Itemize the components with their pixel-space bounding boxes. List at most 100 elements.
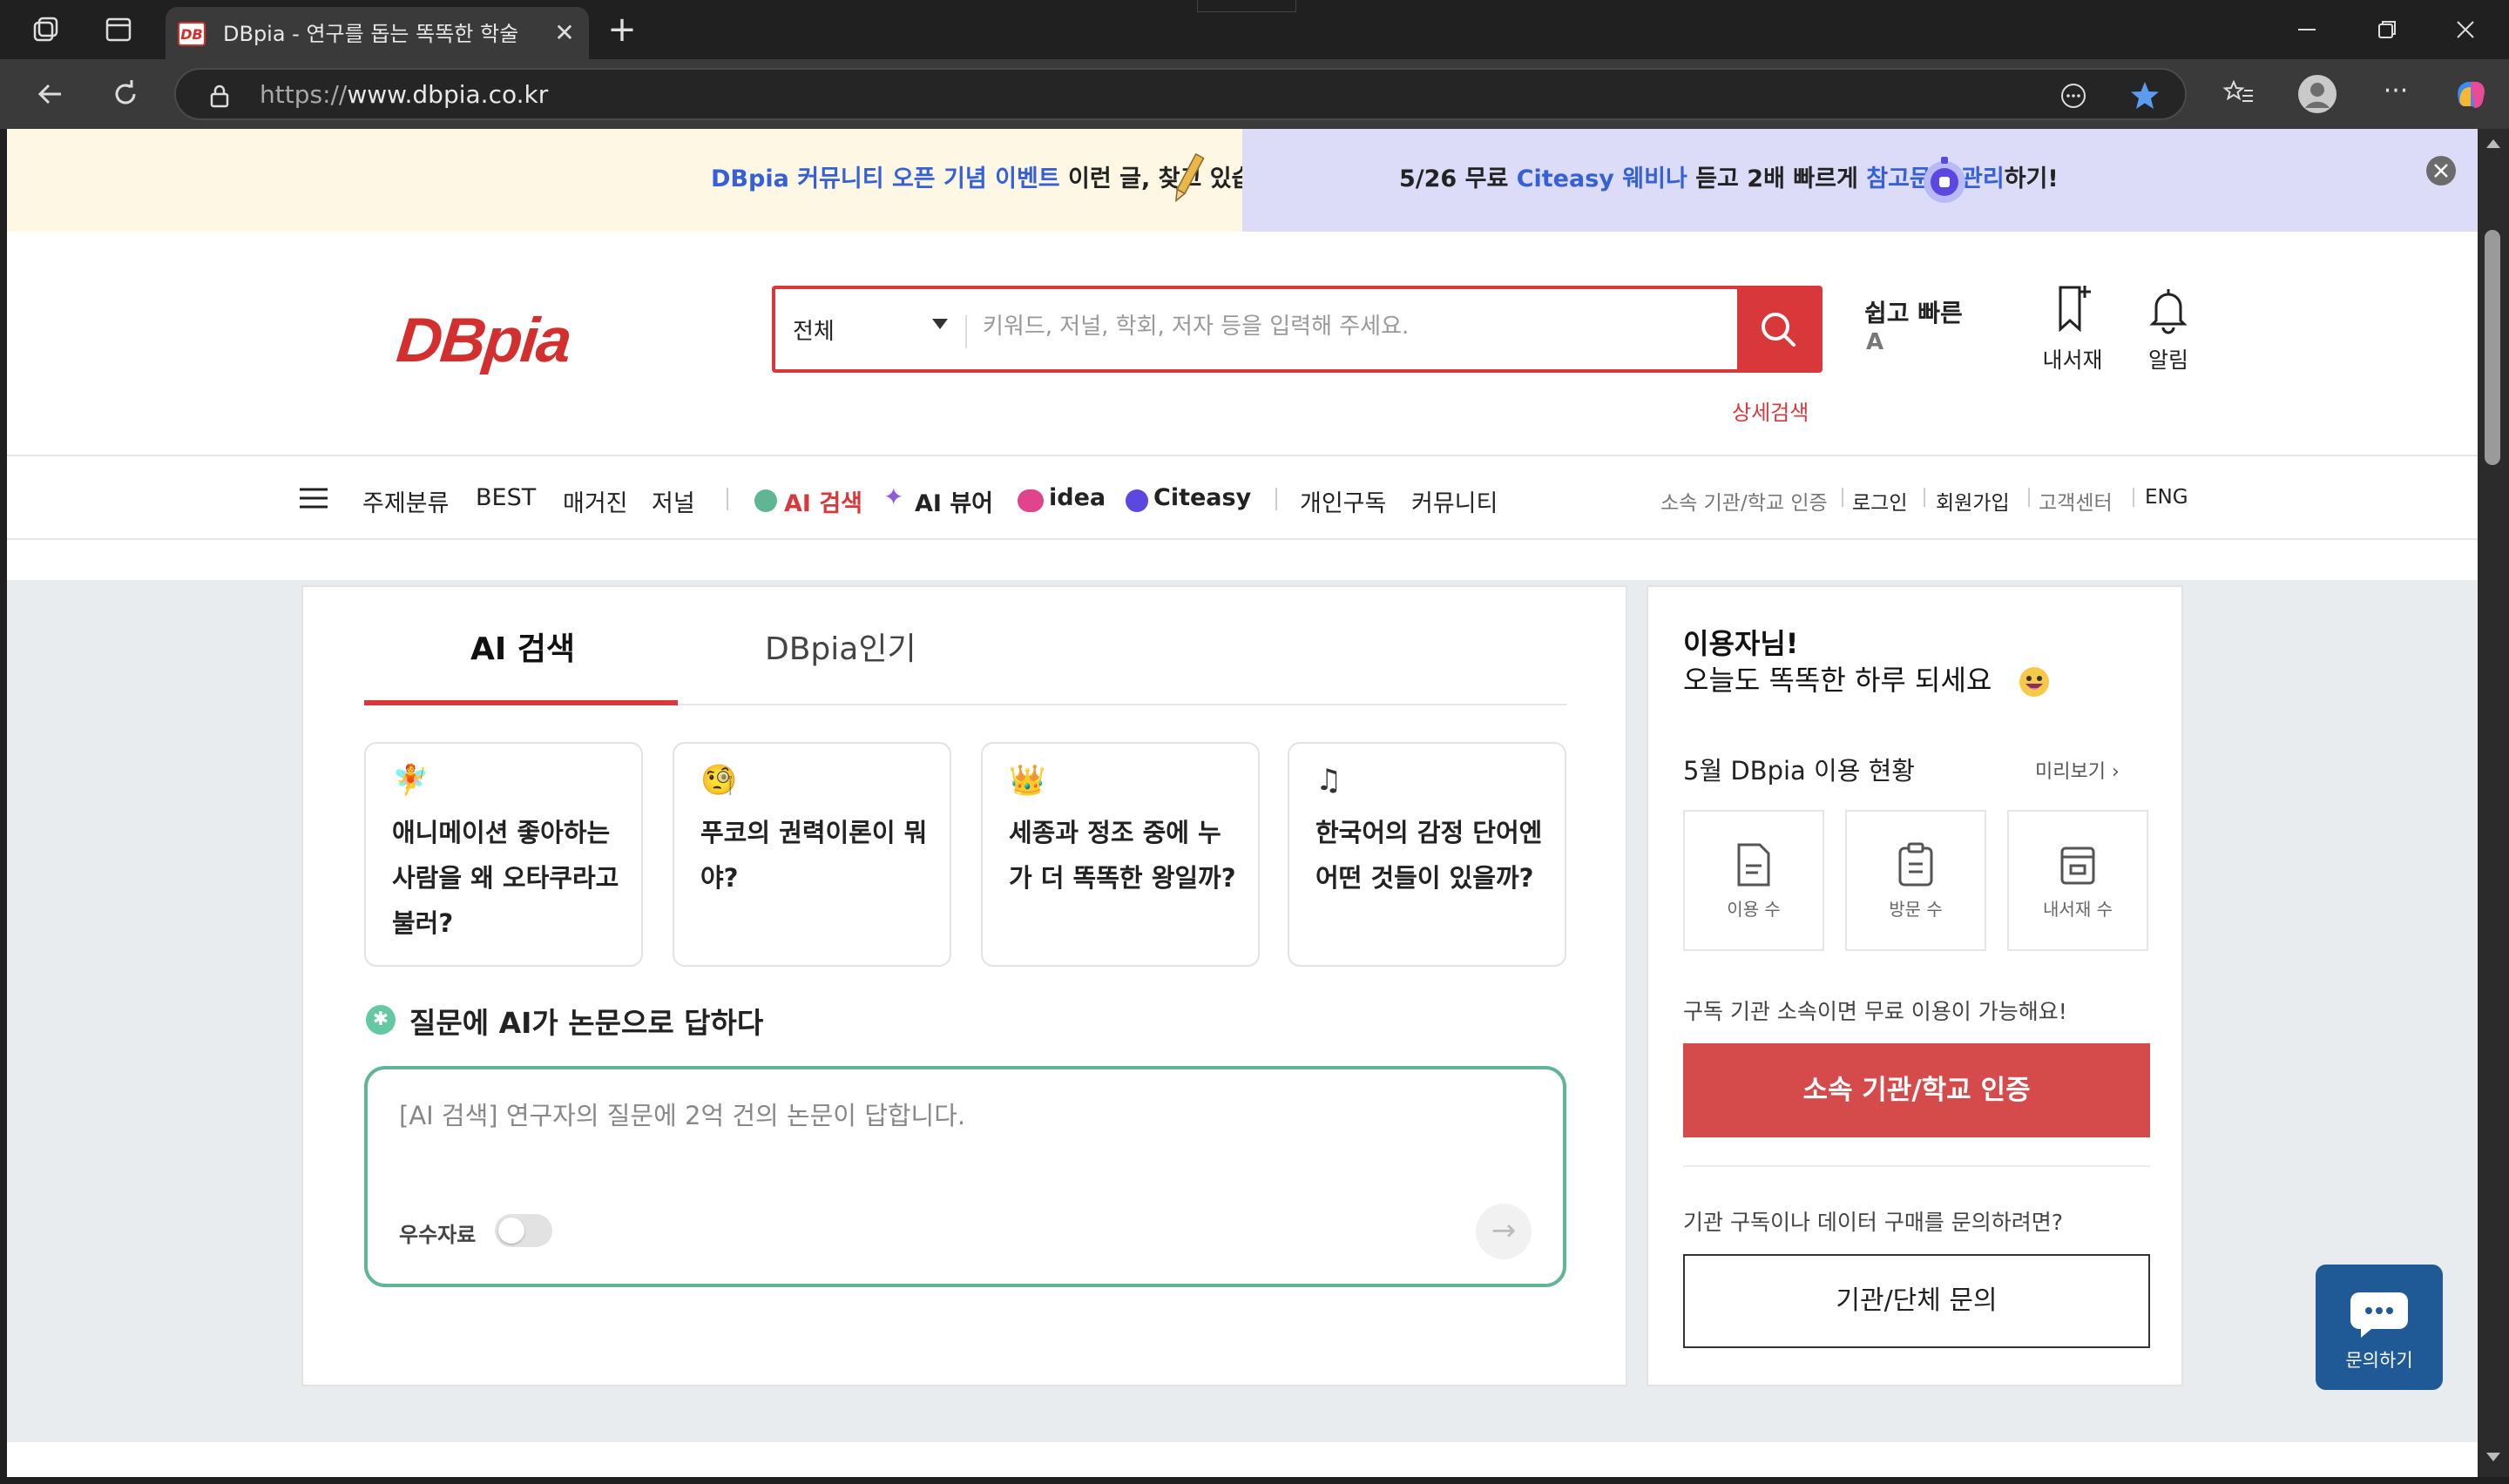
back-icon[interactable] [31,75,70,113]
excellent-material-toggle[interactable] [495,1214,552,1247]
alarm-label: 알림 [2147,347,2188,373]
browser-tab-active[interactable]: DB DBpia - 연구를 돕는 똑똑한 학술 ✕ [166,7,589,59]
panel-divider [1683,1165,2150,1167]
stat-usage-count[interactable]: 이용 수 [1683,810,1824,951]
nav-idea[interactable]: idea [1049,484,1106,511]
nav-subscribe[interactable]: 개인구독 [1300,484,1386,518]
tab-actions-icon[interactable] [101,12,136,47]
nav-util-divider [1842,488,1843,507]
hamburger-menu-icon[interactable] [298,482,329,514]
advanced-search-link[interactable]: 상세검색 [1732,395,1809,426]
nav-eng[interactable]: ENG [2145,486,2188,509]
search-button[interactable] [1737,289,1819,369]
question-text: 한국어의 감정 단어엔 어떤 것들이 있을까? [1315,818,1543,893]
stat-visit-count[interactable]: 방문 수 [1845,810,1986,951]
main-nav: 주제분류 BEST 매거진 저널 AI 검색 ✦ AI 뷰어 idea Cite… [7,455,2478,540]
page-scrollbar[interactable] [2478,129,2509,1477]
institution-auth-button[interactable]: 소속 기관/학교 인증 [1683,1043,2150,1137]
nav-util-divider [2028,488,2030,507]
pencil-icon [1171,150,1206,206]
ai-question-box[interactable]: [AI 검색] 연구자의 질문에 2억 건의 논문이 답합니다. 우수자료 → [364,1066,1566,1287]
my-library-button[interactable]: 내서재 [2033,282,2112,374]
greeting-text: 오늘도 똑똑한 하루 되세요 [1683,664,1992,697]
preview-link[interactable]: 미리보기 › [2035,756,2120,784]
webinar-banner-right[interactable]: 5/26 무료 Citeasy 웨비나 듣고 2배 빠르게 참고문헌 관리하기! [1242,129,2478,232]
nav-ai-viewer[interactable]: AI 뷰어 [915,484,993,518]
ai-sparkle-icon: ✱ [366,1005,396,1035]
quick-access-letter[interactable]: A [1866,329,1883,355]
nav-signup[interactable]: 회원가입 [1936,486,2010,516]
nav-util-divider [1924,488,1925,507]
nav-journal[interactable]: 저널 [652,484,695,518]
greeting-name: 이용자님! [1683,627,1799,660]
page-bottom-section [7,1442,2478,1477]
new-tab-icon[interactable]: + [603,10,641,49]
excellent-material-label: 우수자료 [399,1223,477,1247]
question-card[interactable]: ♫ 한국어의 감정 단어엔 어떤 것들이 있을까? [1288,742,1566,967]
url-text[interactable]: https://www.dbpia.co.kr [260,80,548,110]
ai-heading-text: 질문에 AI가 논문으로 답하다 [409,1006,764,1040]
nav-community[interactable]: 커뮤니티 [1411,484,1498,518]
greeting-message: 오늘도 똑똑한 하루 되세요 [1683,658,2050,698]
nav-magazine[interactable]: 매거진 [563,484,628,518]
tab-ai-search[interactable]: AI 검색 [470,624,575,669]
alarm-button[interactable]: 알림 [2129,282,2208,374]
close-window-icon[interactable] [2450,14,2481,45]
more-options-circle-icon[interactable] [2058,80,2089,111]
dbpia-logo[interactable]: DBpia [394,305,574,376]
institution-inquiry-button[interactable]: 기관/단체 문의 [1683,1254,2150,1348]
search-input[interactable] [983,314,1680,340]
search-category-select[interactable]: 전체 [793,314,835,346]
tab-title: DBpia - 연구를 돕는 똑똑한 학술 [223,22,519,46]
address-bar[interactable]: https://www.dbpia.co.kr [174,68,2187,120]
workspaces-icon[interactable] [28,12,63,47]
scroll-down-icon[interactable] [2486,1453,2500,1461]
chat-bubble-icon [2350,1292,2408,1338]
chat-inquiry-button[interactable]: 문의하기 [2316,1265,2443,1390]
nav-citeasy[interactable]: Citeasy [1153,484,1251,511]
bookmark-plus-icon [2059,286,2091,333]
lock-icon[interactable] [204,80,235,111]
favorites-list-icon[interactable] [2220,75,2258,113]
restore-icon[interactable] [2371,14,2403,45]
nav-best[interactable]: BEST [476,484,536,511]
question-card[interactable]: 🧐 푸코의 권력이론이 뭐야? [673,742,951,967]
tab-dbpia-popular[interactable]: DBpia인기 [765,624,916,669]
settings-more-icon[interactable]: ··· [2377,78,2415,110]
send-arrow-icon[interactable]: → [1476,1204,1532,1259]
scroll-up-icon[interactable] [2486,139,2500,148]
nav-subject[interactable]: 주제분류 [362,484,449,518]
url-host: www.dbpia.co.kr [347,80,549,109]
nav-login[interactable]: 로그인 [1852,486,1907,516]
nav-inst-auth[interactable]: 소속 기관/학교 인증 [1660,486,1828,516]
event-banner-text[interactable]: DBpia 커뮤니티 오픈 기념 이벤트 이런 글, 찾고 있습니다 [711,164,1296,195]
subscription-note: 구독 기관 소속이면 무료 이용이 가능해요! [1683,999,2067,1024]
quick-access-label[interactable]: 쉽고 빠른 [1864,294,1963,329]
dbpia-favicon: DB [178,22,206,46]
scrollbar-thumb[interactable] [2485,230,2500,465]
nav-ai-search[interactable]: AI 검색 [784,484,862,518]
copilot-icon[interactable] [2450,73,2492,115]
refresh-icon[interactable] [106,75,145,113]
question-card[interactable]: 🧚 애니메이션 좋아하는 사람을 왜 오타쿠라고 불러? [364,742,643,967]
question-text: 푸코의 권력이론이 뭐야? [700,818,928,893]
close-banner-icon[interactable] [2425,155,2457,186]
archive-icon [2060,847,2095,885]
search-divider [965,315,967,348]
profile-avatar-icon[interactable] [2296,73,2338,115]
webinar-highlight1: Citeasy 웨비나 [1516,165,1687,192]
nav-support[interactable]: 고객센터 [2039,486,2113,516]
grinning-face-icon [2019,666,2050,698]
stat-label: 방문 수 [1889,899,1943,920]
ai-question-placeholder[interactable]: [AI 검색] 연구자의 질문에 2억 건의 논문이 답합니다. [399,1096,965,1132]
favorite-star-icon[interactable] [2127,78,2162,113]
question-card[interactable]: 👑 세종과 정조 중에 누가 더 똑똑한 왕일까? [981,742,1260,967]
chevron-down-icon[interactable] [932,319,948,329]
browser-toolbar: https://www.dbpia.co.kr ··· [0,59,2509,129]
minimize-icon[interactable] [2291,14,2323,45]
document-icon [1737,843,1770,887]
close-tab-icon[interactable]: ✕ [551,19,578,47]
event-banner-left[interactable]: DBpia 커뮤니티 오픈 기념 이벤트 이런 글, 찾고 있습니다 [7,129,1296,232]
user-panel: 이용자님! 오늘도 똑똑한 하루 되세요 5월 DBpia 이용 현황 미리보기… [1647,585,2183,1386]
stat-library-count[interactable]: 내서재 수 [2007,810,2148,951]
